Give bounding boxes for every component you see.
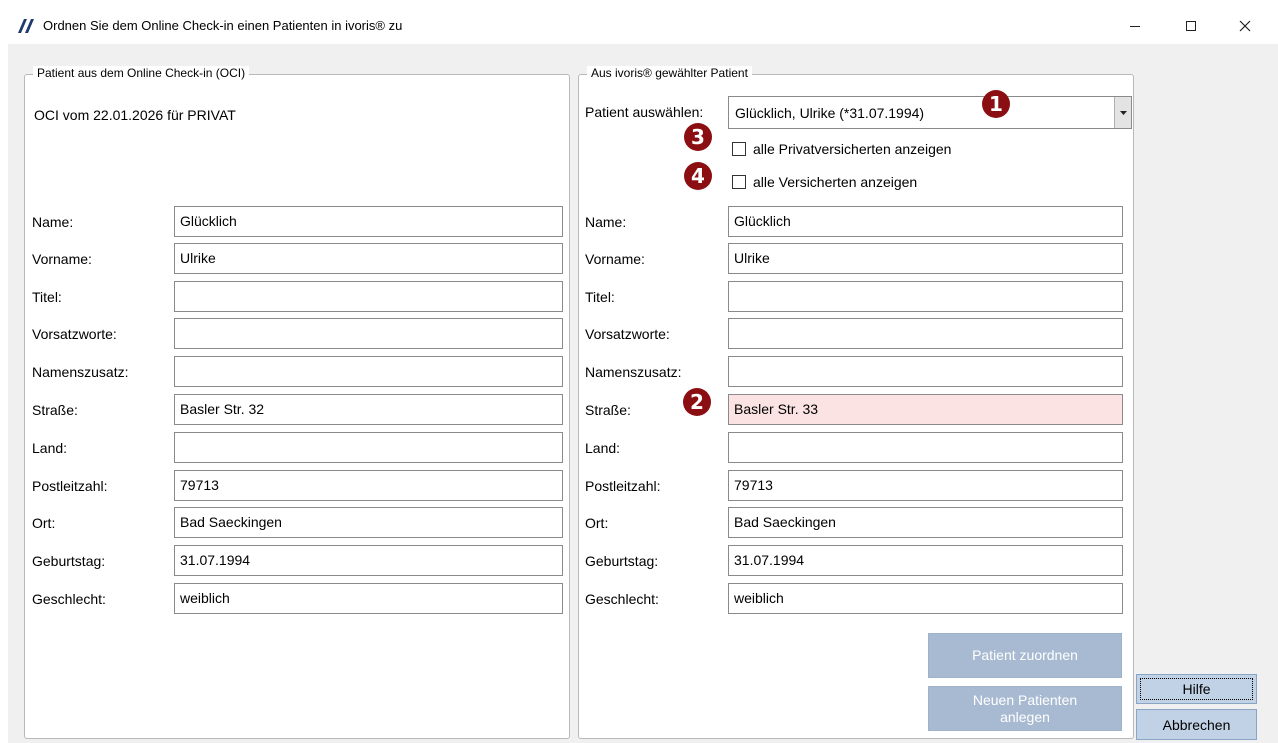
minimize-button[interactable] [1112,8,1158,44]
badge-1: 1 [982,90,1010,118]
cancel-button[interactable]: Abbrechen [1136,709,1257,740]
title-bar: Ordnen Sie dem Online Check-in einen Pat… [8,8,1278,44]
right-vorsatzworte-label: Vorsatzworte: [585,326,670,342]
left-land-field[interactable] [174,432,563,463]
oci-group-legend: Patient aus dem Online Check-in (OCI) [33,66,250,80]
checkbox-all[interactable] [732,175,746,189]
right-geburtstag-field[interactable]: 31.07.1994 [728,545,1123,576]
left-titel-label: Titel: [32,289,62,305]
left-vorname-label: Vorname: [32,251,92,267]
close-button[interactable] [1222,8,1268,44]
assign-patient-label: Patient zuordnen [972,647,1078,663]
new-patient-button[interactable]: Neuen Patienten anlegen [928,686,1122,731]
right-namenszusatz-label: Namenszusatz: [585,364,682,380]
dialog-window: Ordnen Sie dem Online Check-in einen Pat… [8,8,1278,743]
left-vorsatzworte-label: Vorsatzworte: [32,326,117,342]
new-patient-label-line1: Neuen Patienten [972,691,1078,708]
focus-rectangle [1140,678,1253,700]
right-titel-field[interactable] [728,281,1123,312]
left-postleitzahl-label: Postleitzahl: [32,478,108,494]
left-strasse-field[interactable]: Basler Str. 32 [174,394,563,425]
window-title: Ordnen Sie dem Online Check-in einen Pat… [43,18,403,33]
left-name-label: Name: [32,214,74,230]
assign-patient-button[interactable]: Patient zuordnen [928,633,1122,678]
checkbox-all-row[interactable]: alle Versicherten anzeigen [732,174,917,190]
left-vorsatzworte-field[interactable] [174,318,563,349]
right-land-field[interactable] [728,432,1123,463]
left-titel-field[interactable] [174,281,563,312]
checkbox-private[interactable] [732,142,746,156]
ivoris-group-legend: Aus ivoris® gewählter Patient [587,66,752,80]
dropdown-arrow[interactable] [1114,97,1131,128]
left-namenszusatz-field[interactable] [174,356,563,387]
right-namenszusatz-field[interactable] [728,356,1123,387]
right-vorname-field[interactable]: Ulrike [728,243,1123,274]
right-ort-field[interactable]: Bad Saeckingen [728,507,1123,538]
right-postleitzahl-field[interactable]: 79713 [728,470,1123,501]
checkbox-private-row[interactable]: alle Privatversicherten anzeigen [732,141,951,157]
right-strasse-label: Straße: [585,402,631,418]
chevron-down-icon [1119,110,1127,115]
patient-select-dropdown[interactable]: Glücklich, Ulrike (*31.07.1994) [728,96,1132,129]
close-icon [1239,20,1251,32]
right-strasse-field[interactable]: Basler Str. 33 [728,394,1123,425]
oci-header-text: OCI vom 22.01.2026 für PRIVAT [34,107,236,123]
left-strasse-label: Straße: [32,402,78,418]
right-titel-label: Titel: [585,289,615,305]
maximize-icon [1186,21,1196,31]
left-geschlecht-label: Geschlecht: [32,591,106,607]
badge-4: 4 [684,162,712,190]
maximize-button[interactable] [1168,8,1214,44]
right-geschlecht-label: Geschlecht: [585,591,659,607]
new-patient-label-line2: anlegen [1000,708,1050,725]
cancel-label: Abbrechen [1162,716,1231,733]
left-geschlecht-field[interactable]: weiblich [174,583,563,614]
right-geburtstag-label: Geburtstag: [585,553,659,569]
right-ort-label: Ort: [585,515,609,531]
right-land-label: Land: [585,440,621,456]
patient-select-value: Glücklich, Ulrike (*31.07.1994) [735,105,925,121]
right-vorsatzworte-field[interactable] [728,318,1123,349]
left-namenszusatz-label: Namenszusatz: [32,364,129,380]
minimize-icon [1130,26,1140,27]
checkbox-private-label: alle Privatversicherten anzeigen [753,141,952,157]
right-vorname-label: Vorname: [585,251,645,267]
left-geburtstag-label: Geburtstag: [32,553,106,569]
right-name-field[interactable]: Glücklich [728,206,1123,237]
left-postleitzahl-field[interactable]: 79713 [174,470,563,501]
checkbox-all-label: alle Versicherten anzeigen [753,174,918,190]
patient-select-label: Patient auswählen: [585,104,704,120]
left-geburtstag-field[interactable]: 31.07.1994 [174,545,563,576]
left-name-field[interactable]: Glücklich [174,206,563,237]
left-vorname-field[interactable]: Ulrike [174,243,563,274]
left-ort-label: Ort: [32,515,56,531]
right-postleitzahl-label: Postleitzahl: [585,478,661,494]
badge-3: 3 [684,123,712,151]
help-button[interactable]: Hilfe [1136,674,1257,704]
left-ort-field[interactable]: Bad Saeckingen [174,507,563,538]
badge-2: 2 [683,388,711,416]
app-logo-icon [18,19,34,33]
right-geschlecht-field[interactable]: weiblich [728,583,1123,614]
right-name-label: Name: [585,214,627,230]
left-land-label: Land: [32,440,68,456]
